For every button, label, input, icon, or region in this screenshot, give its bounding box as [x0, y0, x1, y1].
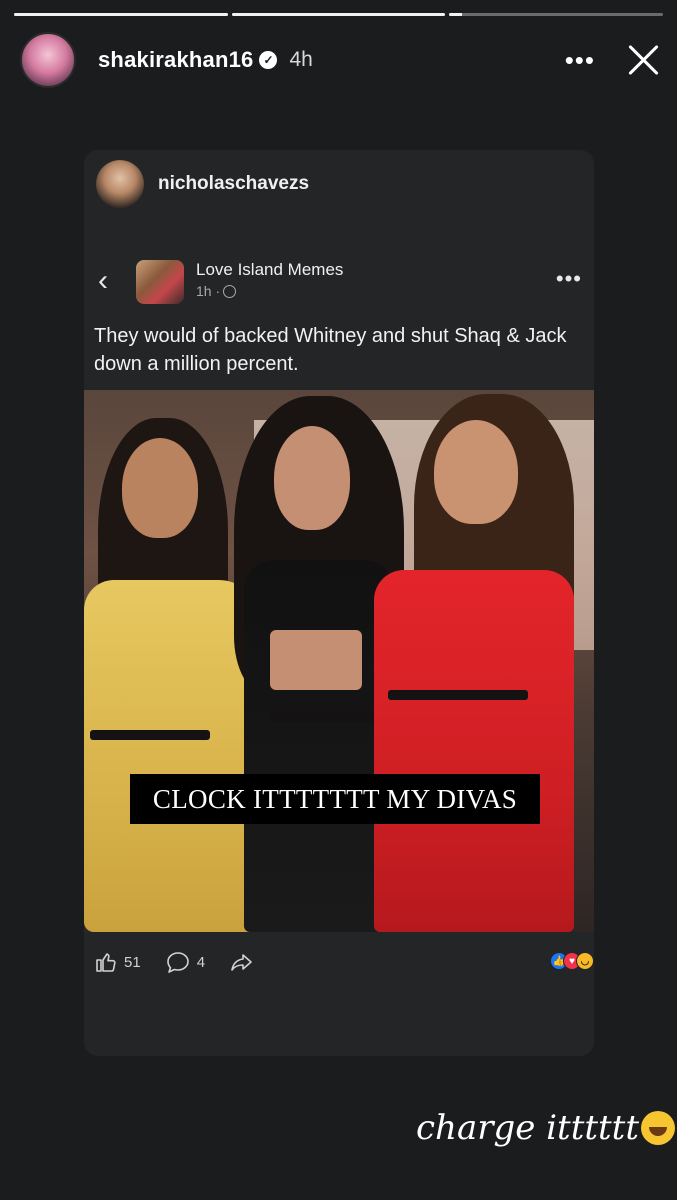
comment-button[interactable]: 4 — [165, 950, 205, 974]
thumbs-up-icon — [96, 953, 116, 972]
share-button[interactable] — [229, 950, 261, 974]
back-chevron-icon[interactable]: ‹ — [98, 266, 108, 296]
reposter-username[interactable]: nicholaschavezs — [158, 173, 309, 195]
comment-icon — [166, 952, 189, 973]
repost-header: nicholaschavezs — [96, 160, 309, 208]
progress-segment-1 — [14, 13, 228, 16]
post-header: ‹ Love Island Memes 1h · ••• — [84, 258, 594, 304]
shared-post-card[interactable]: nicholaschavezs ‹ Love Island Memes 1h ·… — [84, 150, 594, 1056]
progress-segment-2 — [231, 13, 446, 16]
progress-fill-3 — [449, 13, 463, 16]
reaction-icons[interactable]: 👍 ♥ ◡ — [550, 952, 594, 970]
globe-icon — [223, 285, 237, 298]
progress-fill-2 — [231, 13, 446, 16]
group-name[interactable]: Love Island Memes — [196, 260, 343, 280]
rofl-emoji-icon — [641, 1111, 676, 1145]
post-actions: 51 4 — [84, 946, 594, 978]
post-time: 1h · — [196, 283, 221, 299]
like-count: 51 — [124, 953, 141, 971]
image-caption-text: CLOCK ITTTTTTT MY DIVAS — [152, 783, 518, 814]
more-options-icon[interactable]: ••• — [565, 47, 595, 73]
comment-count: 4 — [196, 953, 206, 971]
group-thumbnail[interactable] — [136, 260, 184, 304]
reposter-avatar[interactable] — [96, 160, 144, 208]
post-meta: 1h · — [196, 283, 237, 299]
story-caption-text: charge itttttt — [416, 1108, 640, 1148]
progress-segment-3 — [449, 13, 664, 16]
haha-reaction-icon: ◡ — [576, 952, 594, 970]
story-username[interactable]: shakirakhan16 — [98, 47, 253, 73]
progress-fill-1 — [14, 13, 228, 16]
like-button[interactable]: 51 — [94, 950, 141, 974]
post-photo[interactable]: CLOCK ITTTTTTT MY DIVAS — [84, 390, 594, 932]
close-icon[interactable] — [623, 40, 663, 80]
post-text: They would of backed Whitney and shut Sh… — [94, 325, 567, 375]
story-caption: charge itttttt — [416, 1108, 676, 1148]
post-more-icon[interactable]: ••• — [556, 268, 582, 290]
verified-badge-icon: ✓ — [259, 51, 278, 69]
story-progress-bar — [14, 13, 664, 17]
story-time: 4h — [289, 48, 313, 71]
story-header: shakirakhan16 ✓ 4h ••• — [20, 30, 663, 90]
user-avatar[interactable] — [20, 32, 76, 88]
image-caption: CLOCK ITTTTTTT MY DIVAS — [130, 774, 540, 824]
share-icon — [231, 954, 252, 971]
